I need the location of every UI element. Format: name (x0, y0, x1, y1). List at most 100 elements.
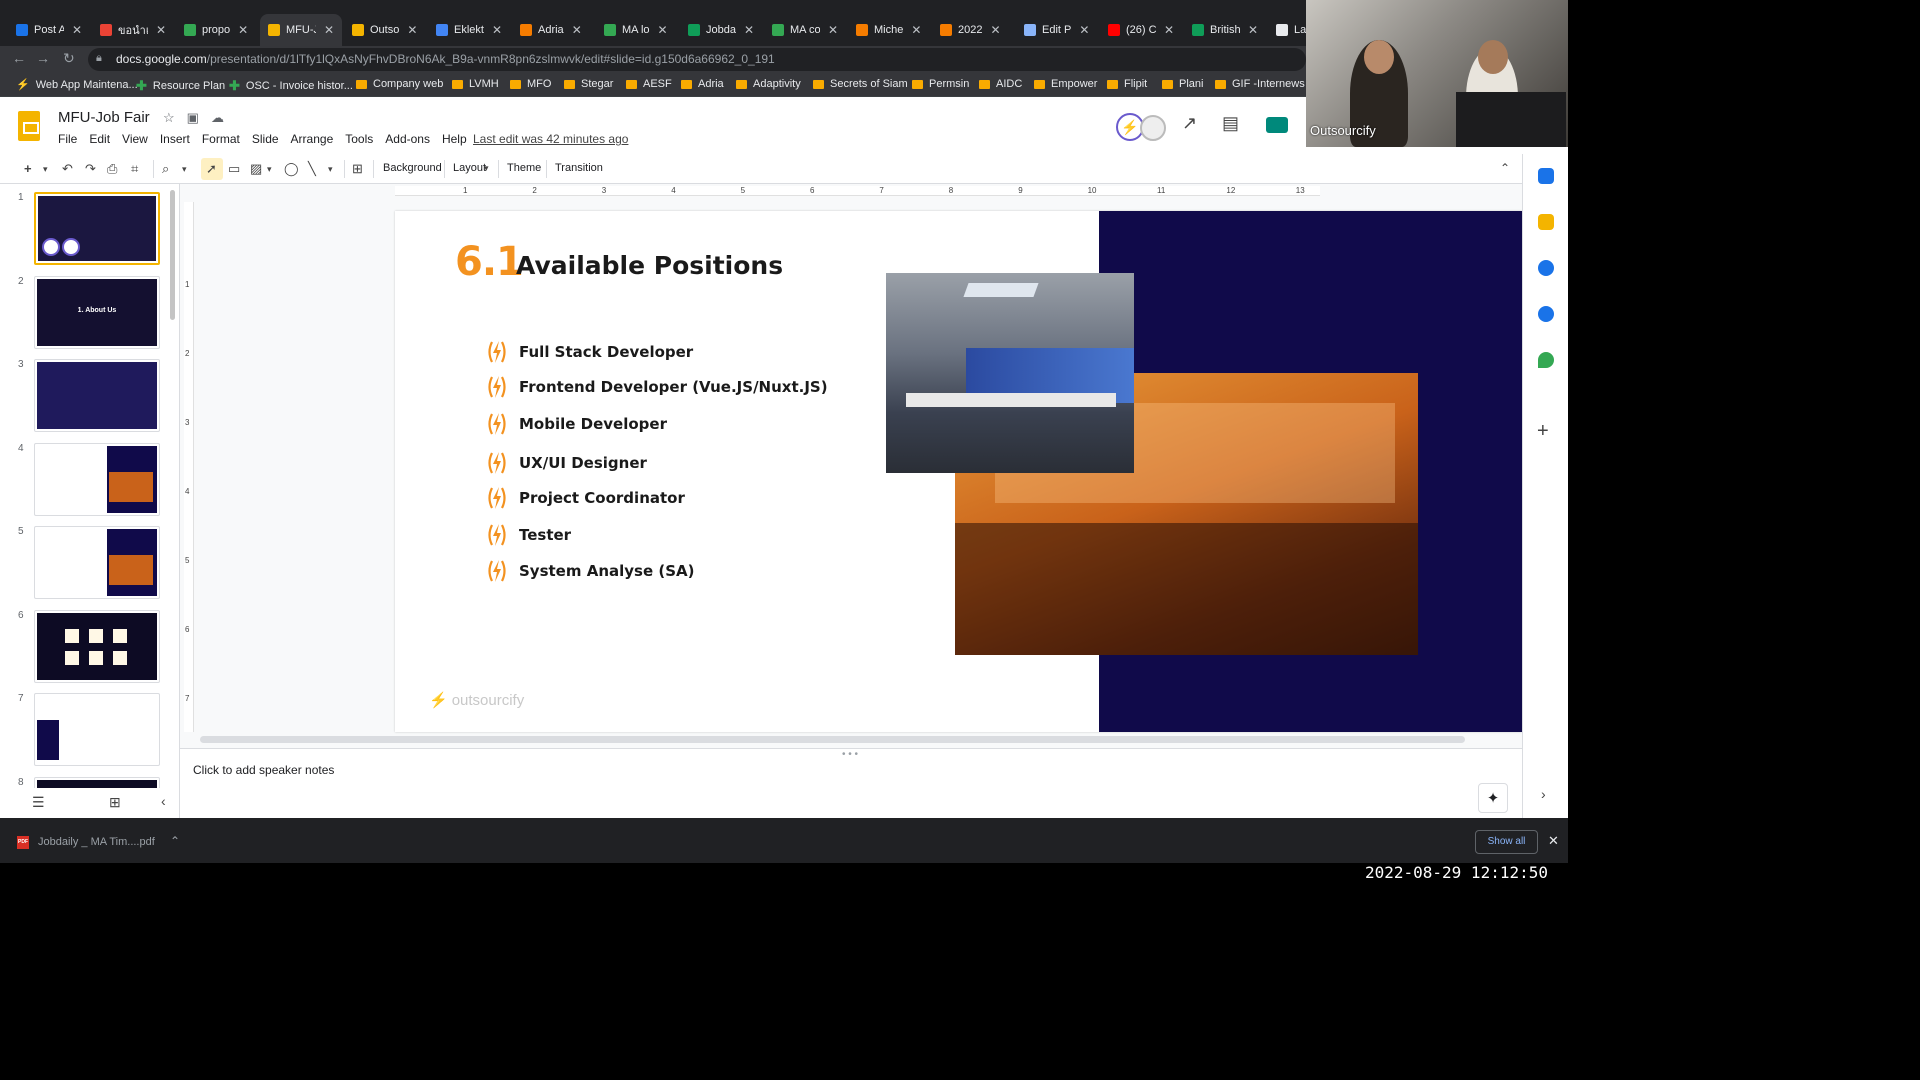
bookmark-item[interactable]: LVMH (452, 78, 499, 90)
zoom-icon[interactable]: ⌕ (162, 161, 169, 177)
bookmark-item[interactable]: Permsin (912, 78, 969, 90)
expand-panel-icon[interactable]: › (1541, 786, 1546, 802)
contacts-icon[interactable] (1538, 306, 1554, 322)
speaker-notes-panel[interactable]: • • • Click to add speaker notes ✦ (180, 748, 1522, 818)
comments-icon[interactable]: ▤ (1222, 113, 1239, 134)
list-view-icon[interactable]: ☰ (32, 794, 45, 811)
tab-close-icon[interactable]: ✕ (72, 23, 82, 37)
print-icon[interactable]: ⎙ (107, 161, 117, 177)
position-item[interactable]: Project Coordinator (485, 485, 685, 511)
bookmark-item[interactable]: Stegar (564, 78, 613, 90)
tab-close-icon[interactable]: ✕ (1248, 23, 1258, 37)
zoom-dropdown-icon[interactable]: ▾ (182, 164, 187, 175)
redo-icon[interactable]: ↷ (85, 161, 96, 177)
horizontal-ruler[interactable]: 1 2 3 4 5 6 7 8 9 10 11 12 13 (395, 186, 1320, 196)
speaker-notes-placeholder[interactable]: Click to add speaker notes (193, 763, 334, 777)
tab-close-icon[interactable]: ✕ (572, 23, 582, 37)
tab-close-icon[interactable]: ✕ (744, 23, 754, 37)
browser-tab[interactable]: propo ✕ (176, 16, 258, 44)
bookmark-item[interactable]: GIF -Internews (1215, 78, 1305, 90)
browser-tab[interactable]: Edit P ✕ (1016, 16, 1098, 44)
url-text[interactable]: docs.google.com/presentation/d/1lTfy1lQx… (116, 52, 775, 66)
keep-icon[interactable] (1538, 214, 1554, 230)
slide-thumbnail[interactable] (34, 526, 160, 599)
slide-thumbnail[interactable]: 1. About Us (34, 275, 160, 349)
position-item[interactable]: Frontend Developer (Vue.JS/Nuxt.JS) (485, 374, 828, 400)
slide-thumbnail[interactable] (34, 192, 160, 265)
position-item[interactable]: UX/UI Designer (485, 450, 647, 476)
select-cursor-icon[interactable]: ➚ (206, 161, 217, 177)
collapse-filmstrip-icon[interactable]: ‹ (161, 793, 166, 809)
bookmark-item[interactable]: Adria (681, 78, 724, 90)
browser-tab[interactable]: MFU-J ✕ (260, 14, 342, 46)
paint-format-icon[interactable]: ⌗ (131, 161, 138, 177)
position-item[interactable]: Tester (485, 522, 571, 548)
menu-view[interactable]: View (122, 132, 148, 146)
tab-close-icon[interactable]: ✕ (407, 23, 417, 37)
line-icon[interactable]: ╲ (308, 161, 316, 177)
tab-close-icon[interactable]: ✕ (990, 23, 1000, 37)
grid-view-icon[interactable]: ⊞ (109, 794, 121, 811)
reload-icon[interactable]: ↻ (63, 50, 75, 67)
browser-tab[interactable]: MA co ✕ (764, 16, 846, 44)
layout-dropdown-icon[interactable]: ▾ (484, 163, 489, 174)
filmstrip-scrollbar[interactable] (170, 190, 175, 320)
tab-close-icon[interactable]: ✕ (492, 23, 502, 37)
bookmark-item[interactable]: Company web (356, 78, 443, 90)
close-downloads-icon[interactable]: ✕ (1548, 833, 1559, 849)
current-slide[interactable]: 6.1 Available Positions Full Stack Devel… (395, 211, 1522, 732)
bookmark-item[interactable]: Plani (1162, 78, 1203, 90)
comment-icon[interactable]: ⊞ (352, 161, 363, 177)
calendar-icon[interactable] (1538, 168, 1554, 184)
slide-thumbnail[interactable] (34, 609, 160, 683)
slide-canvas[interactable]: 1 2 3 4 5 6 7 8 9 10 11 12 13 1234567 6.1 Available … (180, 184, 1522, 748)
collaborator-avatar-2[interactable] (1140, 115, 1166, 141)
browser-tab[interactable]: Jobda ✕ (680, 16, 762, 44)
vertical-ruler[interactable]: 1 2 3 4 5 6 7 (184, 202, 194, 732)
browser-tab[interactable]: (26) C ✕ (1100, 16, 1182, 44)
menu-tools[interactable]: Tools (345, 132, 373, 146)
slides-logo-icon[interactable] (18, 111, 40, 141)
forward-icon[interactable]: → (36, 50, 50, 66)
new-slide-dropdown-icon[interactable]: ▾ (43, 164, 48, 175)
new-slide-icon[interactable]: + (24, 161, 32, 176)
tab-close-icon[interactable]: ✕ (658, 23, 668, 37)
slide-thumbnail[interactable] (34, 442, 160, 516)
menu-add-ons[interactable]: Add-ons (385, 132, 430, 146)
last-edit-link[interactable]: Last edit was 42 minutes ago (473, 132, 628, 146)
bookmark-item[interactable]: ⚡ Web App Maintena... (16, 78, 138, 92)
tab-close-icon[interactable]: ✕ (156, 23, 166, 37)
menu-insert[interactable]: Insert (160, 132, 190, 146)
slide-filmstrip[interactable]: 1 2 1. About Us 3 4 5 6 7 8 (0, 184, 180, 788)
image-dropdown-icon[interactable]: ▾ (267, 164, 272, 175)
text-box-icon[interactable]: ▭ (228, 161, 240, 177)
menu-format[interactable]: Format (202, 132, 240, 146)
tab-close-icon[interactable]: ✕ (1164, 23, 1174, 37)
bookmark-item[interactable]: ✚ OSC - Invoice histor... (229, 78, 353, 94)
section-number[interactable]: 6.1 (455, 239, 524, 285)
star-icon[interactable]: ☆ (163, 110, 187, 125)
meet-icon[interactable] (1266, 117, 1288, 133)
collapse-menus-icon[interactable]: ⌃ (1500, 161, 1510, 175)
add-addon-icon[interactable]: + (1537, 420, 1549, 443)
browser-tab[interactable]: Outso ✕ (344, 16, 426, 44)
slide-title[interactable]: Available Positions (516, 251, 783, 280)
browser-tab[interactable]: MA lo ✕ (596, 16, 678, 44)
bookmark-item[interactable]: MFO (510, 78, 551, 90)
browser-tab[interactable]: Eklekt ✕ (428, 16, 510, 44)
browser-tab[interactable]: ขอนำเ ✕ (92, 16, 174, 44)
slide-thumbnail[interactable] (34, 693, 160, 766)
menu-edit[interactable]: Edit (89, 132, 110, 146)
position-item[interactable]: Mobile Developer (485, 411, 667, 437)
notes-resize-handle[interactable]: • • • (842, 749, 858, 760)
position-item[interactable]: System Analyse (SA) (485, 558, 694, 584)
bookmark-item[interactable]: Empower (1034, 78, 1097, 90)
tab-close-icon[interactable]: ✕ (324, 23, 334, 37)
office-photo-blue[interactable] (886, 273, 1134, 473)
menu-slide[interactable]: Slide (252, 132, 279, 146)
shape-icon[interactable]: ◯ (284, 161, 299, 177)
position-item[interactable]: Full Stack Developer (485, 339, 693, 365)
bookmark-item[interactable]: AESF (626, 78, 672, 90)
browser-tab[interactable]: British ✕ (1184, 16, 1266, 44)
slide-thumbnail[interactable] (34, 359, 160, 432)
